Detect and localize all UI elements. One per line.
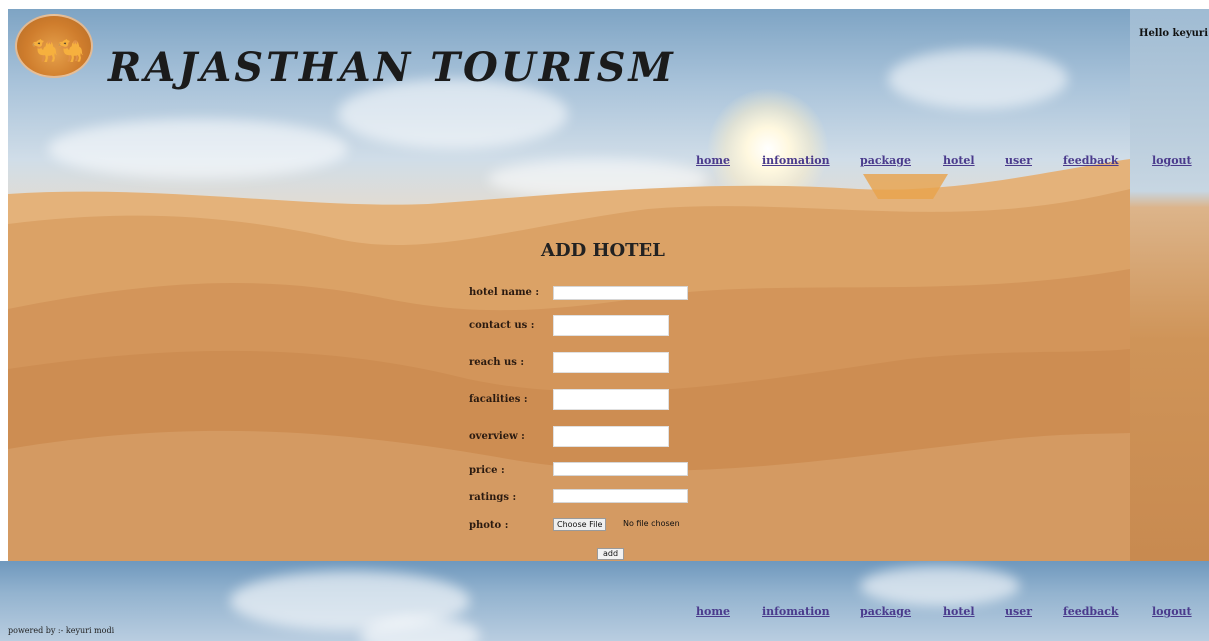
add-button[interactable]: add bbox=[597, 548, 624, 560]
footer-nav-user-link[interactable]: user bbox=[1005, 605, 1032, 618]
footer-background bbox=[0, 561, 1209, 641]
contact-us-input[interactable] bbox=[553, 315, 669, 336]
nav-package-link[interactable]: package bbox=[860, 154, 911, 167]
nav-hotel-link[interactable]: hotel bbox=[943, 154, 975, 167]
file-status-text: No file chosen bbox=[623, 519, 680, 528]
overview-input[interactable] bbox=[553, 426, 669, 447]
nav-logout-link[interactable]: logout bbox=[1152, 154, 1192, 167]
ratings-label: ratings : bbox=[469, 492, 517, 503]
ratings-input[interactable] bbox=[553, 489, 688, 503]
contact-us-label: contact us : bbox=[469, 320, 535, 331]
price-label: price : bbox=[469, 465, 505, 476]
footer-nav-home-link[interactable]: home bbox=[696, 605, 730, 618]
powered-by-text: powered by :- keyuri modi bbox=[8, 626, 115, 635]
camel-icon: 🐪 bbox=[57, 39, 85, 64]
overview-label: overview : bbox=[469, 431, 525, 442]
footer-nav-infomation-link[interactable]: infomation bbox=[762, 605, 830, 618]
footer-nav-package-link[interactable]: package bbox=[860, 605, 911, 618]
hotel-name-label: hotel name : bbox=[469, 287, 540, 298]
sand-dunes bbox=[8, 159, 1130, 561]
nav-home-link[interactable]: home bbox=[696, 154, 730, 167]
nav-user-link[interactable]: user bbox=[1005, 154, 1032, 167]
camel-icon: 🐪 bbox=[31, 39, 59, 64]
nav-infomation-link[interactable]: infomation bbox=[762, 154, 830, 167]
right-background-strip bbox=[1130, 9, 1209, 561]
form-title: ADD HOTEL bbox=[541, 240, 665, 261]
nav-feedback-link[interactable]: feedback bbox=[1063, 154, 1119, 167]
facalities-input[interactable] bbox=[553, 389, 669, 410]
logo-camel-rider-icon: 🐪 🐪 bbox=[15, 14, 93, 78]
site-title: RAJASTHAN TOURISM bbox=[108, 44, 676, 91]
cloud bbox=[860, 566, 1020, 606]
photo-label: photo : bbox=[469, 520, 509, 531]
reach-us-label: reach us : bbox=[469, 357, 525, 368]
price-input[interactable] bbox=[553, 462, 688, 476]
hotel-name-input[interactable] bbox=[553, 286, 688, 300]
user-greeting: Hello keyuri bbox=[1139, 28, 1208, 39]
reach-us-input[interactable] bbox=[553, 352, 669, 373]
footer-nav-hotel-link[interactable]: hotel bbox=[943, 605, 975, 618]
footer-nav-logout-link[interactable]: logout bbox=[1152, 605, 1192, 618]
footer-nav-feedback-link[interactable]: feedback bbox=[1063, 605, 1119, 618]
choose-file-button[interactable]: Choose File bbox=[553, 518, 607, 531]
facalities-label: facalities : bbox=[469, 394, 528, 405]
hero-background bbox=[8, 9, 1130, 561]
